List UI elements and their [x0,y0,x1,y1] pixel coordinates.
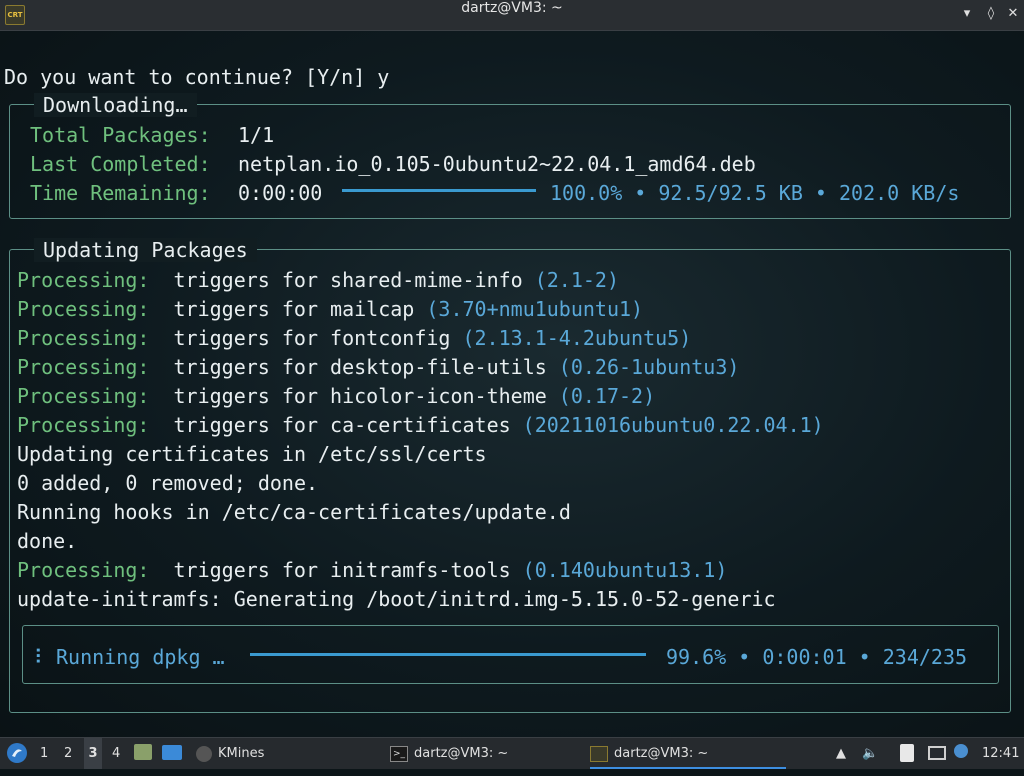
show-desktop-icon[interactable] [162,738,184,769]
cool-retro-term-task-icon [590,745,608,762]
network-icon[interactable] [928,738,948,769]
log-line-text: triggers for shared-mime-info [173,268,535,292]
log-line-version: (2.13.1-4.2ubuntu5) [462,326,692,350]
time-remaining-value: 0:00:00 [238,181,323,205]
log-line-text: update-initramfs: Generating /boot/initr… [17,587,776,611]
log-line-version: (0.17-2) [558,384,656,408]
log-line-text: Updating certificates in /etc/ssl/certs [17,442,487,466]
log-line-label: Processing: [17,355,150,379]
time-remaining-label: Time Remaining: [30,181,211,205]
log-line-text: triggers for fontconfig [173,326,463,350]
dpkg-spinner-icon: ⠸ [28,645,43,669]
desktop-3[interactable]: 3 [84,738,102,769]
minimize-icon[interactable]: ▾ [960,7,974,21]
log-line-version: (0.140ubuntu13.1) [522,558,728,582]
task-terminal-1[interactable]: >_ dartz@VM3: ~ [390,738,580,769]
maximize-icon[interactable]: ◊ [984,7,998,21]
prompt-line: Do you want to continue? [Y/n] y [4,65,390,89]
taskbar: 1 2 3 4 KMines >_ dartz@VM3: ~ dartz@VM3:… [0,737,1024,769]
log-line-label: Processing: [17,384,150,408]
log-line-text: 0 added, 0 removed; done. [17,471,319,495]
last-completed-value: netplan.io_0.105-0ubuntu2~22.04.1_amd64.… [238,152,756,176]
log-line-label: Processing: [17,413,150,437]
log-line-text: triggers for mailcap [173,297,427,321]
log-line-label: Processing: [17,558,150,582]
download-progress-bar [342,189,536,192]
updating-legend: Updating Packages [34,238,257,262]
desktop-2[interactable]: 2 [64,738,72,769]
notification-icon[interactable] [954,738,972,769]
log-line-text: Running hooks in /etc/ca-certificates/up… [17,500,571,524]
task-terminal-2[interactable]: dartz@VM3: ~ [590,738,786,769]
download-progress-track [342,189,536,192]
log-line-version: (2.1-2) [534,268,620,292]
window-title: dartz@VM3: ~ [461,0,563,16]
volume-icon[interactable]: 🔈 [862,738,878,769]
log-line-version: (3.70+nmu1ubuntu1) [426,297,644,321]
total-packages-label: Total Packages: [30,123,211,147]
log-line-label: Processing: [17,297,150,321]
task-terminal-2-label: dartz@VM3: ~ [614,746,709,761]
terminal-icon: >_ [390,745,408,762]
clock[interactable]: 12:41 [982,738,1019,769]
clipboard-icon[interactable] [900,738,920,769]
log-line-text: triggers for hicolor-icon-theme [173,384,559,408]
log-line-text: triggers for ca-certificates [173,413,523,437]
downloading-legend: Downloading… [34,93,197,117]
log-line-label: Processing: [17,326,150,350]
dpkg-progress-bar [250,653,647,656]
log-line-text: done. [17,529,78,553]
app-menu-icon[interactable] [6,738,28,769]
log-line-text: triggers for initramfs-tools [173,558,523,582]
window-titlebar[interactable]: CRT dartz@VM3: ~ ▾ ◊ ✕ [0,0,1024,31]
file-manager-icon[interactable] [134,738,154,769]
task-kmines-label: KMines [218,746,265,761]
task-kmines[interactable]: KMines [196,738,264,769]
log-line-label: Processing: [17,268,150,292]
log-line-version: (20211016ubuntu0.22.04.1) [522,413,824,437]
dpkg-stats: 99.6% • 0:00:01 • 234/235 [666,645,968,669]
close-icon[interactable]: ✕ [1006,7,1020,21]
desktop-4[interactable]: 4 [112,738,120,769]
total-packages-value: 1/1 [238,123,275,147]
kmines-icon [196,745,212,762]
dpkg-progress-track [250,653,648,656]
log-line-text: triggers for desktop-file-utils [173,355,559,379]
log-line-version: (0.26-1ubuntu3) [558,355,740,379]
desktop-1[interactable]: 1 [40,738,48,769]
dpkg-label: Running dpkg … [56,645,225,669]
download-stats: 100.0% • 92.5/92.5 KB • 202.0 KB/s [550,181,960,205]
last-completed-label: Last Completed: [30,152,211,176]
task-terminal-1-label: dartz@VM3: ~ [414,746,509,761]
terminal-area[interactable]: Do you want to continue? [Y/n] y Downloa… [0,31,1024,737]
tray-arrow-icon[interactable]: ▲ [836,738,846,769]
